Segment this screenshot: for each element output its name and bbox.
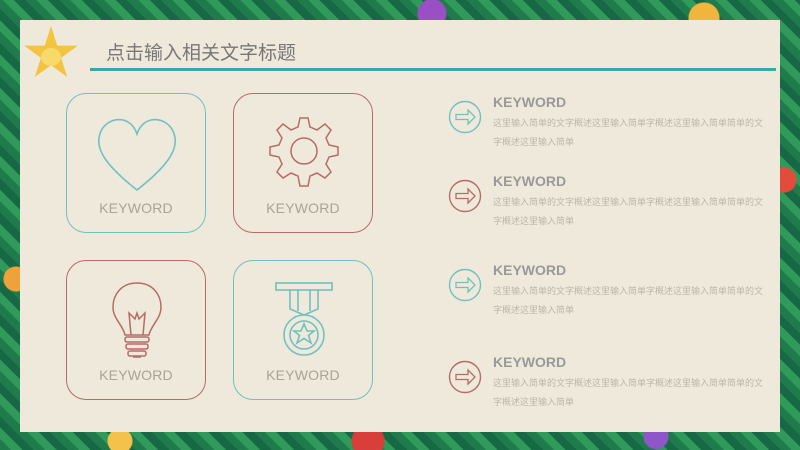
item-heading: KEYWORD bbox=[493, 262, 567, 278]
card-label: KEYWORD bbox=[266, 200, 340, 216]
heart-icon bbox=[98, 118, 176, 192]
item-description: 这里输入简单的文字概述这里输入简单字概述这里输入简单简单的文字概述这里输入简单 bbox=[493, 287, 764, 316]
item-description: 这里输入简单的文字概述这里输入简单字概述这里输入简单简单的文字概述这里输入简单 bbox=[493, 198, 764, 227]
slide-canvas: 点击输入相关文字标题 KEYWORD KEYWORD KEYWORD KEYWO… bbox=[20, 20, 780, 432]
card-label: KEYWORD bbox=[99, 200, 173, 216]
lightbulb-icon bbox=[112, 282, 162, 358]
item-heading: KEYWORD bbox=[493, 173, 567, 189]
item-heading: KEYWORD bbox=[493, 354, 567, 370]
list-item[interactable]: KEYWORD 这里输入简单的文字概述这里输入简单字概述这里输入简单简单的文字概… bbox=[448, 262, 778, 332]
item-description: 这里输入简单的文字概述这里输入简单字概述这里输入简单简单的文字概述这里输入简单 bbox=[493, 119, 764, 148]
keyword-card-heart[interactable]: KEYWORD bbox=[66, 93, 206, 233]
list-item[interactable]: KEYWORD 这里输入简单的文字概述这里输入简单字概述这里输入简单简单的文字概… bbox=[448, 173, 778, 243]
arrow-right-icon bbox=[448, 360, 482, 394]
item-heading: KEYWORD bbox=[493, 94, 567, 110]
keyword-card-medal[interactable]: KEYWORD bbox=[233, 260, 373, 400]
list-item[interactable]: KEYWORD 这里输入简单的文字概述这里输入简单字概述这里输入简单简单的文字概… bbox=[448, 94, 778, 164]
card-label: KEYWORD bbox=[266, 367, 340, 383]
title-underline bbox=[90, 68, 776, 71]
star-icon bbox=[24, 26, 78, 77]
arrow-right-icon bbox=[448, 100, 482, 134]
arrow-right-icon bbox=[448, 179, 482, 213]
list-item[interactable]: KEYWORD 这里输入简单的文字概述这里输入简单字概述这里输入简单简单的文字概… bbox=[448, 354, 778, 424]
card-label: KEYWORD bbox=[99, 367, 173, 383]
keyword-card-lightbulb[interactable]: KEYWORD bbox=[66, 260, 206, 400]
gear-icon bbox=[269, 117, 339, 187]
medal-icon bbox=[275, 282, 333, 356]
keyword-card-gear[interactable]: KEYWORD bbox=[233, 93, 373, 233]
item-description: 这里输入简单的文字概述这里输入简单字概述这里输入简单简单的文字概述这里输入简单 bbox=[493, 379, 764, 408]
slide-title[interactable]: 点击输入相关文字标题 bbox=[106, 38, 296, 65]
arrow-right-icon bbox=[448, 268, 482, 302]
